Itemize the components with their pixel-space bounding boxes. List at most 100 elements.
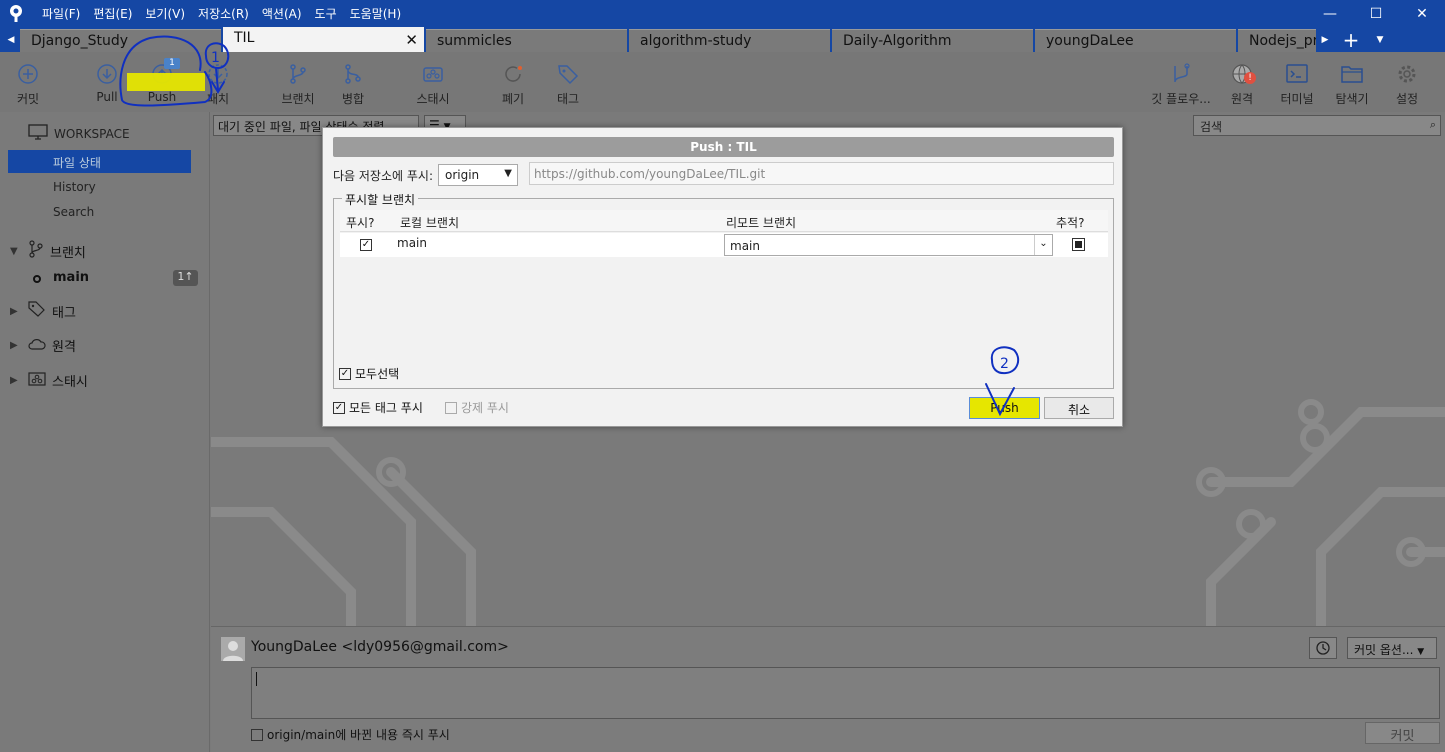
workspace-label: WORKSPACE: [54, 126, 130, 141]
sidebar-item-search[interactable]: Search: [8, 201, 191, 224]
menu-tools[interactable]: 도구: [315, 5, 337, 22]
push-immediately-checkbox[interactable]: [251, 728, 263, 741]
remotes-label: 원격: [52, 340, 76, 355]
chevron-down-icon: ▼: [504, 168, 512, 179]
discard-icon: [501, 62, 525, 86]
sidebar-group-remotes[interactable]: ▶ 원격: [10, 336, 76, 355]
tab-til[interactable]: TIL ✕: [223, 27, 424, 52]
track-checkbox[interactable]: [1072, 238, 1085, 251]
stash-icon: [28, 371, 46, 390]
cloud-icon: [28, 337, 46, 355]
pull-icon: [95, 62, 119, 86]
merge-button[interactable]: 병합: [323, 62, 383, 107]
remote-branch-select[interactable]: main ⌄: [724, 234, 1053, 256]
tab-list-chevron-icon[interactable]: ▼: [1372, 27, 1388, 52]
maximize-icon[interactable]: ☐: [1353, 0, 1399, 27]
tab-django-study[interactable]: Django_Study: [20, 29, 221, 52]
sidebar-group-branches[interactable]: ▼ 브랜치: [10, 240, 86, 262]
select-all-checkbox[interactable]: ✓: [339, 367, 351, 380]
push-confirm-button[interactable]: Push: [969, 397, 1040, 419]
tag-button[interactable]: 태그: [538, 62, 598, 107]
settings-button[interactable]: 설정: [1377, 62, 1437, 107]
ahead-count-badge: 1↑: [173, 270, 198, 286]
gear-icon: [1395, 62, 1419, 86]
push-remote-row: 다음 저장소에 푸시: origin ▼: [333, 164, 518, 186]
tab-scroll-left-icon[interactable]: ◀: [2, 27, 20, 52]
menu-edit[interactable]: 편집(E): [93, 5, 132, 22]
push-immediately-option[interactable]: origin/main에 바뀐 내용 즉시 푸시: [251, 726, 450, 743]
menu-help[interactable]: 도움말(H): [350, 5, 402, 22]
menu-actions[interactable]: 액션(A): [262, 5, 302, 22]
menu-repository[interactable]: 저장소(R): [198, 5, 249, 22]
commit-button[interactable]: 커밋: [0, 62, 58, 107]
git-flow-button[interactable]: 깃 플로우...: [1148, 62, 1214, 107]
branch-icon: [286, 62, 310, 86]
menu-view[interactable]: 보기(V): [145, 5, 185, 22]
remote-select[interactable]: origin ▼: [438, 164, 518, 186]
commit-options-label: 커밋 옵션...: [1354, 643, 1414, 657]
menu-file[interactable]: 파일(F): [42, 5, 80, 22]
remote-url-field: https://github.com/youngDaLee/TIL.git: [529, 162, 1114, 185]
push-all-tags-label: 모든 태그 푸시: [349, 401, 423, 415]
push-all-tags-checkbox[interactable]: ✓: [333, 401, 345, 414]
branches-label: 브랜치: [50, 245, 86, 261]
local-branch-name: main: [397, 236, 427, 250]
settings-label: 설정: [1395, 92, 1419, 106]
chevron-down-icon: ⌄: [1034, 235, 1052, 255]
minimize-icon[interactable]: —: [1307, 0, 1353, 27]
search-input[interactable]: 검색 ⌕: [1193, 115, 1441, 136]
stashes-label: 스태시: [52, 375, 88, 390]
commit-options-dropdown[interactable]: 커밋 옵션... ▼: [1347, 637, 1437, 659]
commit-label: 커밋: [16, 92, 40, 106]
branch-button[interactable]: 브랜치: [268, 62, 328, 107]
tab-nodejs[interactable]: Nodejs_pr: [1238, 29, 1316, 52]
explorer-button[interactable]: 탐색기: [1322, 62, 1382, 107]
commit-submit-button[interactable]: 커밋: [1365, 722, 1440, 744]
sidebar-group-tags[interactable]: ▶ 태그: [10, 301, 76, 321]
commit-author: YoungDaLee <ldy0956@gmail.com>: [251, 639, 509, 655]
push-all-tags-option[interactable]: ✓ 모든 태그 푸시: [333, 399, 423, 416]
menu-bar: 파일(F) 편집(E) 보기(V) 저장소(R) 액션(A) 도구 도움말(H): [42, 5, 401, 22]
explorer-label: 탐색기: [1335, 92, 1369, 106]
commit-icon: [16, 62, 40, 86]
tab-algorithm-study[interactable]: algorithm-study: [629, 29, 830, 52]
commit-message-input[interactable]: [251, 667, 1440, 719]
remote-button[interactable]: ! 원격: [1212, 62, 1272, 107]
force-push-checkbox[interactable]: [445, 401, 457, 414]
tab-close-icon[interactable]: ✕: [405, 31, 418, 49]
cancel-button[interactable]: 취소: [1044, 397, 1114, 419]
fetch-icon: [206, 62, 230, 86]
commit-history-button[interactable]: [1309, 637, 1337, 659]
tab-bar: ◀ Django_Study TIL ✕ summicles algorithm-…: [0, 27, 1445, 52]
push-to-label: 다음 저장소에 푸시:: [333, 168, 433, 183]
sourcetree-logo-icon: [6, 3, 26, 23]
close-window-icon[interactable]: ✕: [1399, 0, 1445, 27]
tab-summicles[interactable]: summicles: [426, 29, 627, 52]
sidebar-item-file-status[interactable]: 파일 상태: [8, 150, 191, 173]
terminal-label: 터미널: [1280, 92, 1314, 106]
force-push-option[interactable]: 강제 푸시: [445, 399, 509, 416]
terminal-button[interactable]: 터미널: [1267, 62, 1327, 107]
branch-label: 브랜치: [281, 92, 315, 106]
current-branch-icon: [33, 275, 41, 283]
tab-label: TIL: [234, 30, 255, 46]
stash-icon: [421, 62, 445, 86]
chevron-down-icon: ▼: [1417, 647, 1425, 657]
globe-icon: !: [1230, 62, 1256, 86]
discard-button[interactable]: 폐기: [483, 62, 543, 107]
chevron-down-icon: ▼: [10, 245, 18, 257]
col-remote-branch: 리모트 브랜치: [726, 216, 797, 230]
select-all-option[interactable]: ✓ 모두선택: [339, 365, 399, 382]
sidebar-item-history[interactable]: History: [8, 176, 191, 199]
push-branch-checkbox[interactable]: ✓: [360, 239, 372, 251]
clock-icon: [1315, 641, 1331, 659]
branch-main[interactable]: main: [53, 270, 89, 285]
tab-scroll-right-icon[interactable]: ▶: [1316, 27, 1334, 52]
tab-label: Nodejs_pr: [1249, 33, 1316, 49]
tab-youngdalee[interactable]: youngDaLee: [1035, 29, 1236, 52]
stash-button[interactable]: 스태시: [403, 62, 463, 107]
tab-daily-algorithm[interactable]: Daily-Algorithm: [832, 29, 1033, 52]
sidebar-group-stashes[interactable]: ▶ 스태시: [10, 371, 88, 390]
select-all-label: 모두선택: [355, 367, 400, 381]
add-tab-icon[interactable]: +: [1338, 27, 1364, 52]
